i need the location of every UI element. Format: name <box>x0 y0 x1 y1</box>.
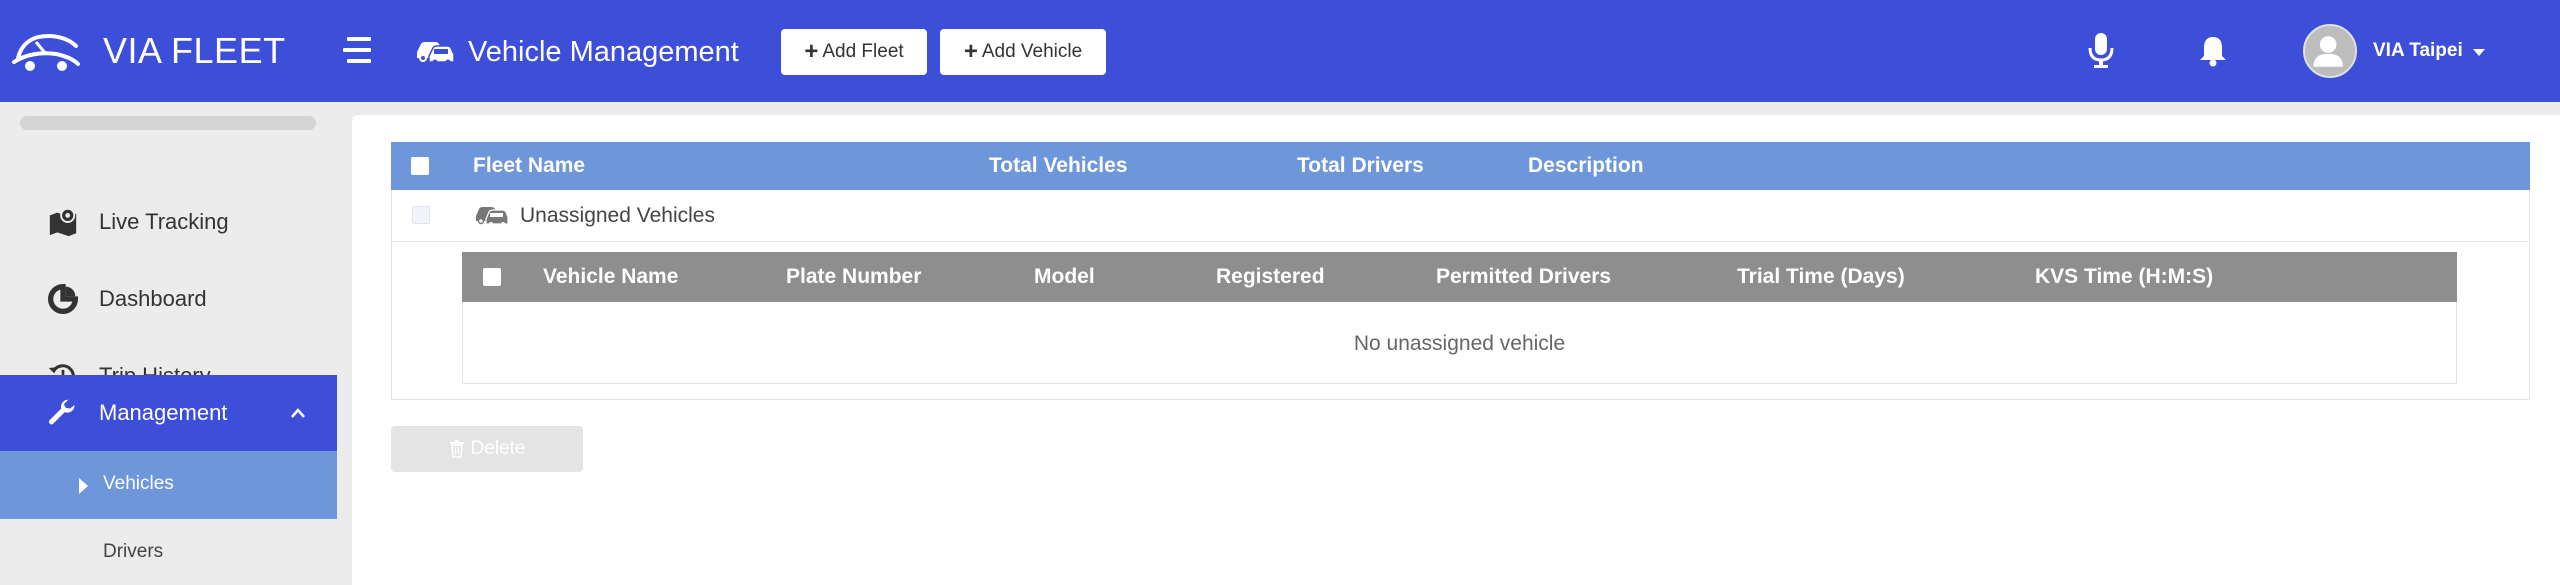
bell-icon[interactable] <box>2196 34 2230 68</box>
sidebar-subitem-label: Vehicles <box>103 473 174 494</box>
fleet-expanded-details: Vehicle Name Plate Number Model Register… <box>391 242 2530 400</box>
add-vehicle-button[interactable]: + Add Vehicle <box>940 29 1106 75</box>
page-title: Vehicle Management <box>468 36 739 68</box>
vehicles-icon <box>417 42 455 64</box>
plus-icon: + <box>804 38 819 65</box>
brand-name: VIA FLEET <box>103 30 286 71</box>
sidebar-item-label: Management <box>99 400 228 425</box>
row-checkbox[interactable] <box>412 206 430 224</box>
column-header-total-drivers[interactable]: Total Drivers <box>1297 154 1424 178</box>
column-header-kvs-time[interactable]: KVS Time (H:M:S) <box>2035 265 2213 289</box>
column-header-plate-number[interactable]: Plate Number <box>786 265 921 289</box>
add-vehicle-label: Add Vehicle <box>981 41 1083 62</box>
column-header-total-vehicles[interactable]: Total Vehicles <box>989 154 1128 178</box>
plus-icon: + <box>963 38 978 65</box>
sidebar-item-dashboard[interactable]: Dashboard <box>0 261 337 337</box>
user-name[interactable]: VIA Taipei <box>2373 40 2463 62</box>
empty-state-message: No unassigned vehicle <box>462 302 2457 384</box>
column-header-fleet-name[interactable]: Fleet Name <box>473 154 585 178</box>
hamburger-menu-icon[interactable] <box>343 37 373 65</box>
fleet-name[interactable]: Unassigned Vehicles <box>520 204 715 228</box>
column-header-trial-time[interactable]: Trial Time (Days) <box>1737 265 1905 289</box>
vehicles-icon <box>476 207 509 226</box>
user-avatar-icon[interactable] <box>2303 24 2357 78</box>
sidebar-scrollbar[interactable] <box>20 116 316 130</box>
vehicle-table-header: Vehicle Name Plate Number Model Register… <box>462 252 2457 302</box>
top-navbar: VIA FLEET Vehicle Management + Add Fleet… <box>0 0 2560 102</box>
column-header-vehicle-name[interactable]: Vehicle Name <box>543 265 678 289</box>
pie-chart-icon <box>46 282 80 316</box>
sidebar: Live Tracking Dashboard Trip History Man… <box>0 102 337 585</box>
sidebar-item-live-tracking[interactable]: Live Tracking <box>0 184 337 260</box>
column-header-permitted-drivers[interactable]: Permitted Drivers <box>1436 265 1611 289</box>
select-all-fleets-checkbox[interactable] <box>411 157 429 175</box>
vehicle-table: Vehicle Name Plate Number Model Register… <box>462 252 2457 384</box>
sidebar-item-management[interactable]: Management <box>0 375 337 451</box>
chevron-up-icon[interactable] <box>290 405 306 421</box>
add-fleet-button[interactable]: + Add Fleet <box>781 29 927 75</box>
fleet-table-header: Fleet Name Total Vehicles Total Drivers … <box>391 142 2530 190</box>
fleet-table: Fleet Name Total Vehicles Total Drivers … <box>391 142 2530 400</box>
trash-icon <box>449 440 464 458</box>
car-logo-icon[interactable] <box>12 28 80 74</box>
sidebar-subitem-label: Drivers <box>103 541 164 562</box>
column-header-description[interactable]: Description <box>1528 154 1644 178</box>
sidebar-subitem-vehicles[interactable]: Vehicles <box>0 451 337 519</box>
main-content: Fleet Name Total Vehicles Total Drivers … <box>352 115 2560 585</box>
delete-button[interactable]: Delete <box>391 426 583 472</box>
delete-label: Delete <box>470 438 526 459</box>
column-header-model[interactable]: Model <box>1034 265 1095 289</box>
sidebar-item-label: Dashboard <box>99 286 207 311</box>
user-dropdown-caret-icon[interactable] <box>2473 49 2485 56</box>
add-fleet-label: Add Fleet <box>822 41 904 62</box>
map-pin-icon <box>46 205 80 239</box>
sidebar-subitem-drivers[interactable]: Drivers <box>0 519 337 585</box>
sidebar-item-label: Live Tracking <box>99 209 229 234</box>
microphone-icon[interactable] <box>2087 32 2115 70</box>
column-header-registered[interactable]: Registered <box>1216 265 1325 289</box>
caret-right-icon <box>79 478 88 494</box>
wrench-icon <box>46 396 80 430</box>
table-row[interactable]: Unassigned Vehicles <box>391 190 2530 242</box>
select-all-vehicles-checkbox[interactable] <box>483 268 501 286</box>
